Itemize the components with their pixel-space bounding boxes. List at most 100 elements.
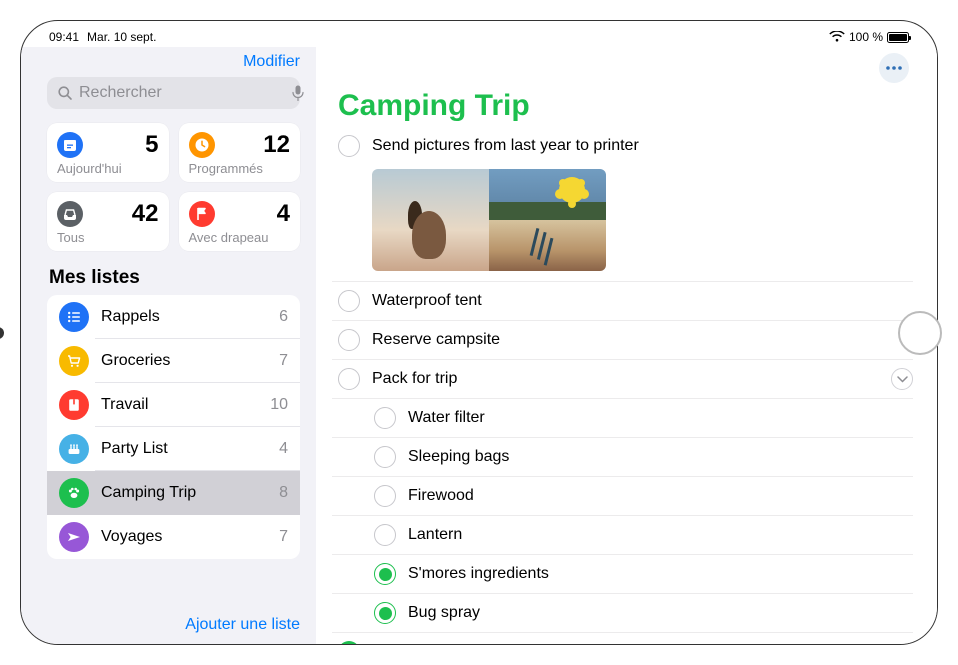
chevron-down-icon	[897, 376, 908, 383]
smart-today-count: 5	[145, 131, 158, 159]
reminder-checkbox[interactable]	[338, 329, 360, 351]
home-button[interactable]	[898, 311, 942, 355]
smart-scheduled-label: Programmés	[189, 161, 291, 176]
list-icon	[59, 302, 89, 332]
smart-card-flagged[interactable]: 4 Avec drapeau	[179, 192, 301, 251]
reminder-checkbox[interactable]	[374, 485, 396, 507]
plane-icon	[59, 522, 89, 552]
reminder-checkbox[interactable]	[338, 368, 360, 390]
smart-flagged-count: 4	[277, 200, 290, 228]
add-reminder-button[interactable]	[338, 641, 360, 644]
photo-thumbnail[interactable]	[489, 169, 606, 220]
list-name: Camping Trip	[101, 484, 267, 502]
reminder-checkbox[interactable]	[374, 563, 396, 585]
inbox-icon	[57, 201, 83, 227]
reminder-checkbox[interactable]	[338, 290, 360, 312]
list-row[interactable]: Groceries 7	[47, 339, 300, 383]
search-input[interactable]	[79, 84, 286, 102]
reminder-checkbox[interactable]	[374, 446, 396, 468]
smart-card-all[interactable]: 42 Tous	[47, 192, 169, 251]
expand-subtasks-button[interactable]	[891, 368, 913, 390]
smart-today-label: Aujourd'hui	[57, 161, 159, 176]
sidebar: Modifier	[21, 47, 316, 644]
list-count: 7	[279, 352, 288, 370]
subtask-row[interactable]: Lantern	[332, 516, 913, 555]
reminder-text: Firewood	[408, 487, 913, 505]
lists-container: Rappels 6 Groceries 7 Travail 10 Party List 4 Ca…	[47, 295, 300, 559]
search-bar[interactable]	[47, 77, 300, 109]
device-frame: 09:41 Mar. 10 sept. 100 % Modifier	[20, 20, 938, 645]
list-count: 6	[279, 308, 288, 326]
list-name: Groceries	[101, 352, 267, 370]
reminders-list: Send pictures from last year to printer W…	[332, 133, 913, 633]
cake-icon	[59, 434, 89, 464]
reminder-text: S'mores ingredients	[408, 565, 913, 583]
status-bar: 09:41 Mar. 10 sept. 100 %	[21, 27, 937, 47]
paw-icon	[59, 478, 89, 508]
reminder-checkbox[interactable]	[374, 407, 396, 429]
list-row[interactable]: Travail 10	[47, 383, 300, 427]
book-icon	[59, 390, 89, 420]
smart-all-label: Tous	[57, 230, 159, 245]
list-row[interactable]: Party List 4	[47, 427, 300, 471]
smart-flagged-label: Avec drapeau	[189, 230, 291, 245]
list-title: Camping Trip	[332, 89, 913, 123]
list-name: Voyages	[101, 528, 267, 546]
subtask-row[interactable]: Firewood	[332, 477, 913, 516]
add-list-button[interactable]: Ajouter une liste	[185, 616, 300, 634]
battery-pct: 100 %	[849, 30, 883, 44]
reminder-text: Send pictures from last year to printer	[372, 137, 913, 155]
reminder-checkbox[interactable]	[374, 602, 396, 624]
reminder-row[interactable]: Send pictures from last year to printer	[332, 133, 913, 165]
list-name: Travail	[101, 396, 258, 414]
reminder-text: Lantern	[408, 526, 913, 544]
ellipsis-icon	[885, 66, 903, 70]
reminder-row[interactable]: Pack for trip	[332, 360, 913, 399]
list-name: Rappels	[101, 308, 267, 326]
wifi-icon	[829, 31, 845, 43]
list-count: 7	[279, 528, 288, 546]
smart-scheduled-count: 12	[263, 131, 290, 159]
new-reminder-label[interactable]: Nouveau rappel	[370, 643, 483, 644]
reminder-text: Sleeping bags	[408, 448, 913, 466]
smart-card-scheduled[interactable]: 12 Programmés	[179, 123, 301, 182]
list-row[interactable]: Rappels 6	[47, 295, 300, 339]
list-count: 8	[279, 484, 288, 502]
reminder-text: Reserve campsite	[372, 331, 913, 349]
status-time: 09:41	[49, 30, 79, 44]
photo-thumbnail[interactable]	[372, 169, 489, 271]
reminder-checkbox[interactable]	[338, 135, 360, 157]
battery-icon	[887, 32, 909, 43]
status-date: Mar. 10 sept.	[87, 30, 156, 44]
mic-icon[interactable]	[292, 85, 306, 101]
calendar-icon	[57, 132, 83, 158]
smart-all-count: 42	[132, 200, 159, 228]
list-name: Party List	[101, 440, 267, 458]
list-row[interactable]: Voyages 7	[47, 515, 300, 559]
main-panel: Camping Trip Send pictures from last yea…	[316, 47, 937, 644]
reminder-text: Water filter	[408, 409, 913, 427]
smart-card-today[interactable]: 5 Aujourd'hui	[47, 123, 169, 182]
list-count: 4	[279, 440, 288, 458]
reminder-row[interactable]: Waterproof tent	[332, 282, 913, 321]
reminder-row[interactable]: Reserve campsite	[332, 321, 913, 360]
photo-thumbnail[interactable]	[489, 220, 606, 271]
list-count: 10	[270, 396, 288, 414]
flag-icon	[189, 201, 215, 227]
search-icon	[57, 85, 73, 101]
my-lists-heading: Mes listes	[47, 267, 300, 289]
reminder-checkbox[interactable]	[374, 524, 396, 546]
reminder-text: Waterproof tent	[372, 292, 913, 310]
edit-button[interactable]: Modifier	[243, 53, 300, 71]
reminder-text: Pack for trip	[372, 370, 879, 388]
camera-dot	[0, 327, 4, 339]
attachment-thumbnails[interactable]	[332, 165, 913, 282]
subtask-row[interactable]: S'mores ingredients	[332, 555, 913, 594]
list-row[interactable]: Camping Trip 8	[47, 471, 300, 515]
subtask-row[interactable]: Water filter	[332, 399, 913, 438]
subtask-row[interactable]: Bug spray	[332, 594, 913, 633]
subtask-row[interactable]: Sleeping bags	[332, 438, 913, 477]
cart-icon	[59, 346, 89, 376]
clock-icon	[189, 132, 215, 158]
more-button[interactable]	[879, 53, 909, 83]
